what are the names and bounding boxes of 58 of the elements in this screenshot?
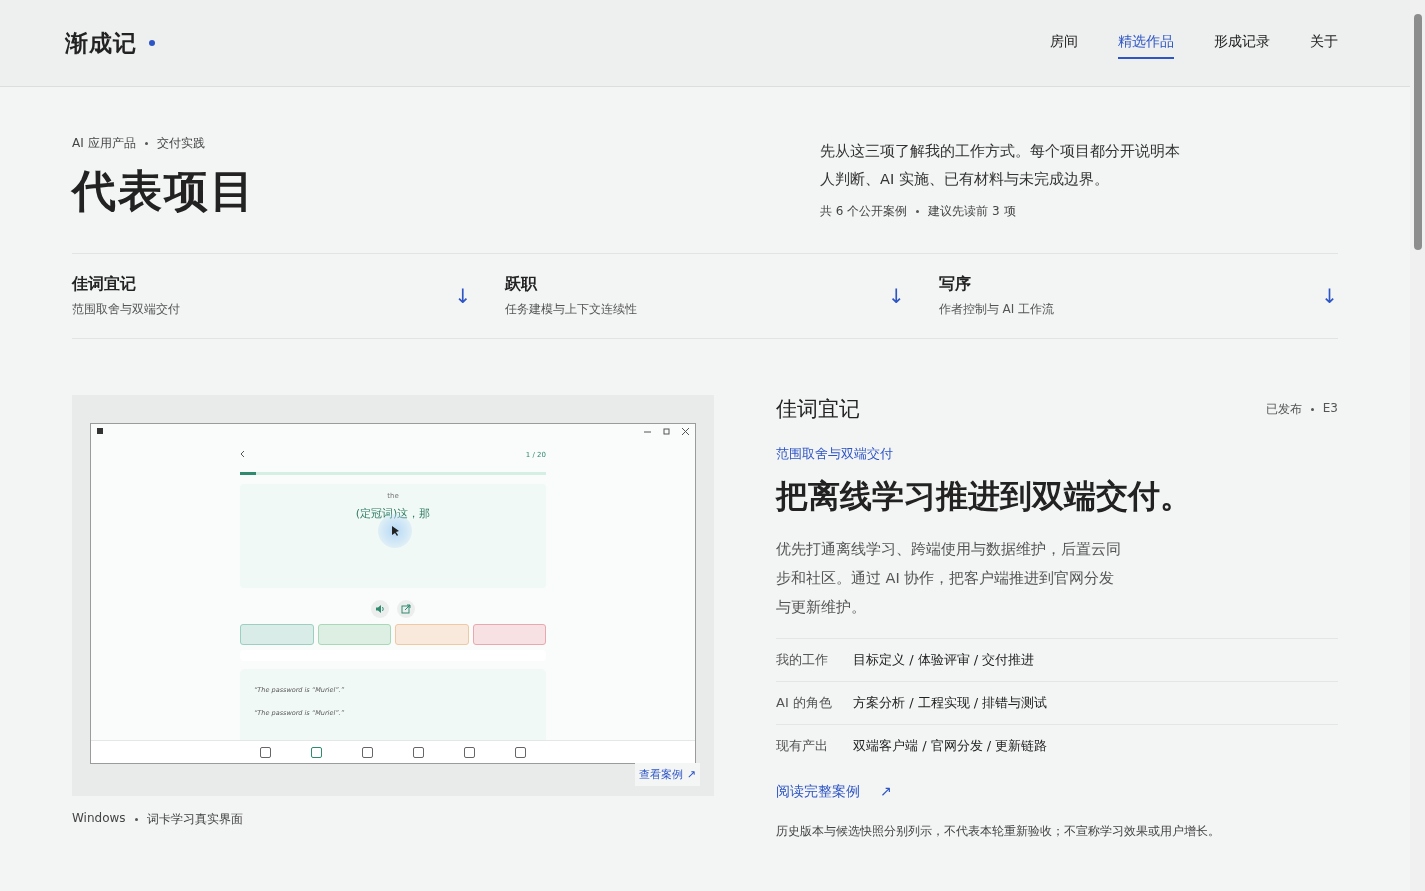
disclaimer-note: 历史版本与候选快照分别列示，不代表本轮重新验收；不宣称学习效果或用户增长。 bbox=[776, 823, 1221, 840]
site-logo[interactable]: 渐成记 bbox=[65, 27, 137, 59]
project-headline: 把离线学习推进到双端交付。 bbox=[776, 476, 1193, 517]
nav-tab-icon[interactable] bbox=[413, 746, 424, 758]
scrollbar-thumb[interactable] bbox=[1414, 14, 1422, 250]
nav-link[interactable]: 关于 bbox=[1310, 27, 1338, 59]
status-label: E3 bbox=[1322, 400, 1338, 417]
nav-tab-icon[interactable] bbox=[260, 746, 271, 758]
separator-dot bbox=[134, 818, 138, 821]
fact-label: AI 的角色 bbox=[776, 694, 833, 712]
nav-tab-icon[interactable] bbox=[362, 746, 373, 758]
fact-label: 现有产出 bbox=[776, 737, 829, 755]
nav-tab-icon[interactable] bbox=[311, 746, 322, 758]
speaker-icon[interactable] bbox=[371, 600, 389, 618]
separator-dot bbox=[916, 210, 920, 213]
project-name: 佳词宜记 bbox=[776, 396, 860, 423]
project-link-subtitle: 作者控制与 AI 工作流 bbox=[938, 301, 1055, 318]
separator-dot bbox=[144, 142, 148, 145]
project-link-title[interactable]: 跃职 bbox=[505, 274, 638, 295]
down-arrow-icon[interactable]: ↓ bbox=[454, 284, 472, 308]
fact-value: 目标定义 / 体验评审 / 交付推进 bbox=[853, 651, 1035, 669]
down-arrow-icon[interactable]: ↓ bbox=[887, 284, 905, 308]
eyebrow-label: AI 应用产品 bbox=[72, 135, 136, 152]
project-summary: 优先打通离线学习、跨端使用与数据维护，后置云同步和社区。通过 AI 协作，把客户端推进到官网分发与更新维护。 bbox=[776, 540, 1122, 617]
logo-dot-icon bbox=[149, 40, 155, 46]
project-subtitle: 范围取舍与双端交付 bbox=[776, 445, 894, 463]
nav-tab-icon[interactable] bbox=[464, 746, 475, 758]
separator-dot bbox=[1310, 407, 1314, 411]
maximize-icon[interactable] bbox=[663, 427, 670, 435]
fact-value: 方案分析 / 工程实现 / 排错与测试 bbox=[853, 694, 1048, 712]
fact-label: 我的工作 bbox=[776, 651, 829, 669]
project-link-title[interactable]: 佳词宜记 bbox=[72, 274, 180, 295]
screenshot-caption: Windows bbox=[72, 811, 126, 827]
cursor-icon bbox=[392, 526, 400, 536]
eyebrow-label: 交付实践 bbox=[156, 135, 205, 152]
back-icon[interactable] bbox=[240, 450, 245, 460]
fact-value: 双端客户端 / 官网分发 / 更新链路 bbox=[853, 737, 1048, 755]
card-meaning: (定冠词)这，那 bbox=[355, 506, 431, 521]
meta-text: 建议先读前 3 项 bbox=[928, 203, 1016, 220]
close-icon[interactable] bbox=[682, 427, 689, 435]
status-label: 已发布 bbox=[1265, 400, 1302, 418]
meta-text: 共 6 个公开案例 bbox=[820, 203, 908, 220]
nav-tab-icon[interactable] bbox=[515, 746, 526, 758]
project-link-subtitle: 范围取舍与双端交付 bbox=[72, 301, 180, 318]
project-link-title[interactable]: 写序 bbox=[938, 274, 1055, 295]
app-logo-icon bbox=[97, 428, 103, 434]
project-link-subtitle: 任务建模与上下文连续性 bbox=[505, 301, 638, 318]
view-case-link[interactable]: 查看案例 ↗ bbox=[635, 763, 700, 786]
arrow-icon[interactable]: ↗ bbox=[880, 783, 892, 801]
read-case-link[interactable]: 阅读完整案例 bbox=[776, 783, 860, 801]
nav-link[interactable]: 形成记录 bbox=[1214, 27, 1270, 59]
page-title: 代表项目 bbox=[72, 164, 256, 218]
nav-link[interactable]: 房间 bbox=[1050, 27, 1078, 59]
down-arrow-icon[interactable]: ↓ bbox=[1321, 284, 1338, 308]
intro-description: 先从这三项了解我的工作方式。每个项目都分开说明本人判断、AI 实施、已有材料与未完成边界。 bbox=[820, 142, 1181, 189]
screenshot-caption: 词卡学习真实界面 bbox=[146, 811, 243, 828]
external-link-icon[interactable] bbox=[397, 600, 415, 618]
nav-link[interactable]: 精选作品 bbox=[1118, 27, 1174, 59]
